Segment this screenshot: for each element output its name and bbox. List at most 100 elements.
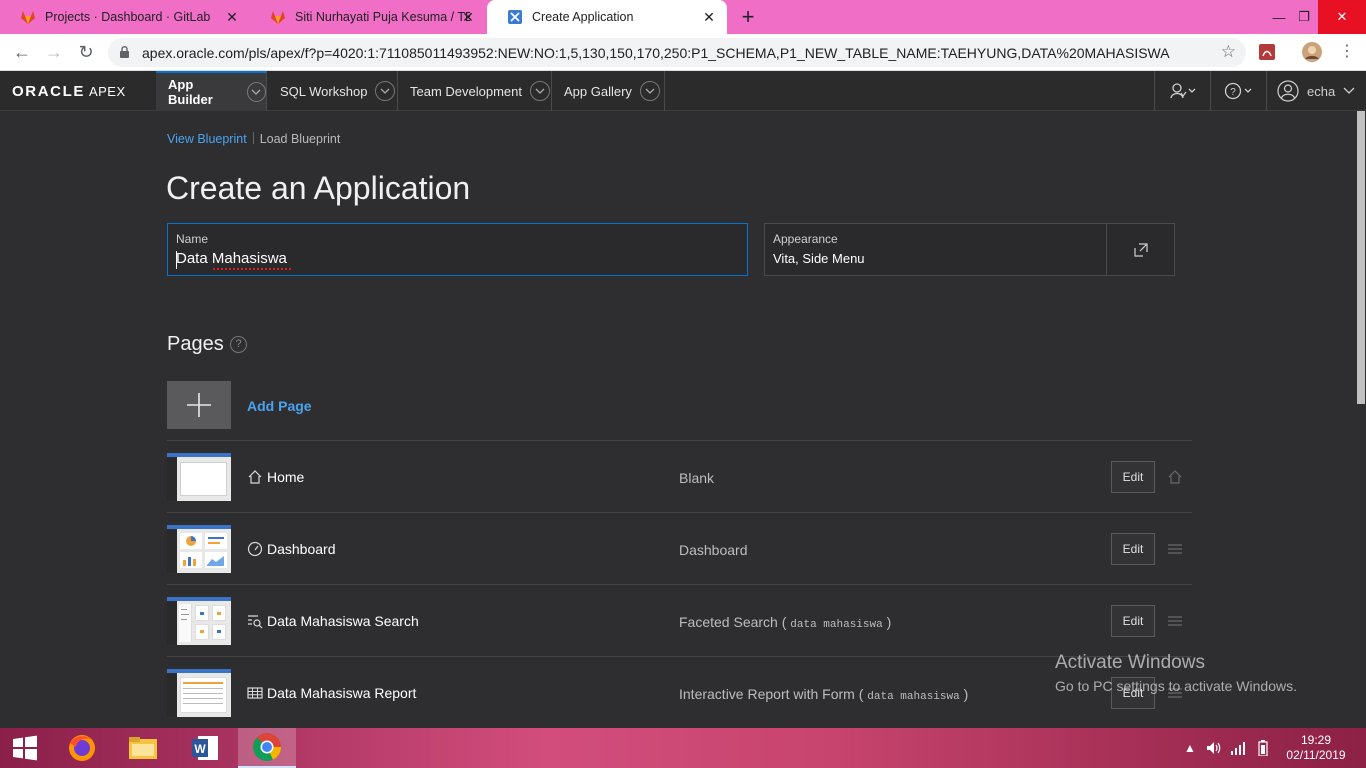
help-icon[interactable]: ? [230, 336, 247, 353]
name-input[interactable] [176, 250, 736, 267]
page-type-text: Dashboard [679, 542, 748, 558]
appearance-set-button[interactable] [1106, 224, 1174, 275]
page-row-report: Data Mahasiswa Report Interactive Report… [167, 656, 1192, 728]
gitlab-icon [270, 9, 286, 25]
page-type: Faceted Search ( data mahasiswa ) [679, 614, 892, 631]
new-tab-button[interactable]: + [738, 4, 758, 30]
browser-menu-icon[interactable]: ⋮ [1339, 42, 1355, 62]
minimize-icon[interactable]: — [1268, 0, 1290, 34]
volume-icon[interactable] [1206, 728, 1224, 768]
chrome-icon [253, 733, 281, 761]
user-icon [1277, 80, 1299, 102]
chevron-down-icon[interactable] [639, 81, 660, 101]
nav-app-gallery[interactable]: App Gallery [552, 71, 665, 111]
page-title: Create an Application [166, 170, 471, 206]
tab-label: Siti Nurhayati Puja Kesuma / TB D [295, 10, 470, 24]
chevron-down-icon[interactable] [375, 81, 396, 101]
add-page-link[interactable]: Add Page [247, 398, 312, 414]
edit-button[interactable]: Edit [1111, 605, 1155, 637]
profile-avatar[interactable] [1302, 42, 1322, 62]
url-omnibox[interactable]: apex.oracle.com/pls/apex/f?p=4020:1:7110… [108, 38, 1246, 67]
blueprint-links: View Blueprint Load Blueprint [167, 132, 340, 146]
edit-button[interactable]: Edit [1111, 461, 1155, 493]
administration-menu-button[interactable] [1154, 71, 1210, 111]
start-button[interactable] [0, 728, 50, 768]
chrome-taskbar-button[interactable] [238, 728, 296, 768]
nav-team-development[interactable]: Team Development [398, 71, 552, 111]
pdf-extension-icon[interactable] [1257, 42, 1277, 62]
address-bar: ← → ↻ apex.oracle.com/pls/apex/f?p=4020:… [0, 34, 1366, 71]
nav-sql-workshop[interactable]: SQL Workshop [268, 71, 398, 111]
logo-suffix: APEX [88, 84, 126, 99]
appearance-field[interactable]: Appearance Vita, Side Menu [764, 223, 1175, 276]
oracle-apex-logo[interactable]: ORACLE APEX [12, 83, 126, 100]
network-signal-icon[interactable] [1230, 728, 1248, 768]
windows-logo-icon [13, 735, 37, 761]
scrollbar-thumb[interactable] [1357, 111, 1365, 404]
plus-icon [187, 393, 211, 417]
name-field-label: Name [176, 232, 209, 246]
page-thumbnail [167, 453, 231, 501]
restore-icon[interactable]: ❐ [1293, 0, 1315, 34]
table-icon [247, 685, 263, 701]
chevron-down-icon [1343, 87, 1355, 94]
close-icon[interactable]: ✕ [701, 9, 717, 26]
browser-tab-gitlab-repo[interactable]: Siti Nurhayati Puja Kesuma / TB D ✕ [250, 0, 486, 34]
file-explorer-taskbar-button[interactable] [115, 728, 171, 768]
nav-app-builder[interactable]: App Builder [156, 71, 267, 111]
browser-tab-create-application[interactable]: Create Application ✕ [487, 0, 727, 34]
edit-button[interactable]: Edit [1111, 533, 1155, 565]
browser-tabstrip: Projects · Dashboard · GitLab ✕ Siti Nur… [0, 0, 1366, 34]
word-icon: W [192, 736, 218, 760]
help-menu-button[interactable]: ? [1210, 71, 1266, 111]
close-icon[interactable]: ✕ [224, 9, 240, 26]
home-icon [247, 469, 263, 485]
firefox-taskbar-button[interactable] [58, 728, 106, 768]
battery-icon[interactable] [1258, 728, 1274, 768]
load-blueprint-link[interactable]: Load Blueprint [260, 132, 341, 146]
page-row-search: Data Mahasiswa Search Faceted Search ( d… [167, 584, 1192, 656]
chevron-down-icon[interactable] [530, 81, 550, 101]
home-page-icon [1167, 467, 1183, 487]
back-icon[interactable]: ← [10, 41, 34, 65]
page-row-home: Home Blank Edit [167, 440, 1192, 512]
page-type-text: Faceted Search [679, 614, 778, 630]
windows-taskbar: W ▲ 19:29 02/11/2019 [0, 728, 1366, 768]
appearance-value: Vita, Side Menu [773, 251, 865, 266]
folder-icon [129, 737, 157, 759]
name-field[interactable]: Name [167, 223, 748, 276]
apex-icon [507, 9, 523, 25]
watermark-title: Activate Windows [1055, 652, 1205, 673]
page-name: Dashboard [247, 541, 336, 557]
forward-icon[interactable]: → [42, 41, 66, 65]
chevron-down-icon[interactable] [246, 82, 266, 102]
add-page-button[interactable] [167, 381, 231, 429]
page-name-text: Data Mahasiswa Search [267, 613, 419, 629]
apex-header: ORACLE APEX App Builder SQL Workshop Team… [0, 71, 1366, 111]
svg-text:W: W [194, 742, 206, 756]
page-type: Blank [679, 470, 714, 486]
logo-text: ORACLE [12, 83, 85, 100]
dashboard-icon [247, 541, 263, 557]
system-clock[interactable]: 19:29 02/11/2019 [1281, 733, 1351, 763]
page-thumbnail [167, 669, 231, 717]
search-list-icon [247, 613, 263, 629]
drag-handle-icon[interactable] [1167, 539, 1183, 559]
window-close-button[interactable]: ✕ [1318, 0, 1366, 34]
user-menu-button[interactable]: echa [1266, 71, 1356, 111]
word-taskbar-button[interactable]: W [177, 728, 233, 768]
view-blueprint-link[interactable]: View Blueprint [167, 132, 247, 146]
tab-label: Create Application [532, 10, 634, 24]
browser-tab-gitlab-projects[interactable]: Projects · Dashboard · GitLab ✕ [0, 0, 250, 34]
bookmark-star-icon[interactable]: ☆ [1221, 42, 1236, 62]
page-type-text: Interactive Report with Form [679, 686, 855, 702]
tab-label: Projects · Dashboard · GitLab [45, 10, 211, 24]
close-icon[interactable]: ✕ [460, 9, 476, 26]
drag-handle-icon[interactable] [1167, 611, 1183, 631]
lock-icon [120, 46, 129, 58]
text-caret [176, 251, 177, 269]
nav-label: SQL Workshop [280, 83, 368, 99]
reload-icon[interactable]: ↻ [74, 41, 98, 65]
page-thumbnail [167, 525, 231, 573]
tray-overflow-icon[interactable]: ▲ [1184, 728, 1198, 768]
